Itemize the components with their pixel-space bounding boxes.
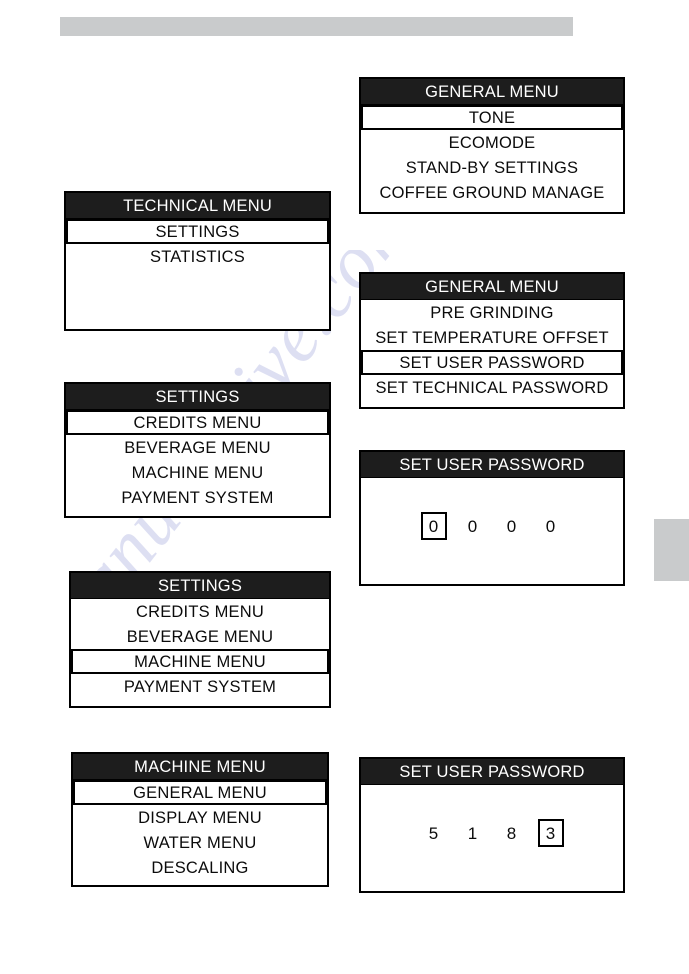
menu-list: SETTINGS STATISTICS — [66, 219, 329, 269]
lcd-panel-set-user-password-empty: SET USER PASSWORD 0 0 0 0 — [359, 450, 625, 586]
menu-item-machine-menu[interactable]: MACHINE MENU — [71, 649, 329, 674]
menu-list: PRE GRINDING SET TEMPERATURE OFFSET SET … — [361, 300, 623, 400]
panel-title: TECHNICAL MENU — [66, 193, 329, 219]
menu-item-coffee-ground-manage[interactable]: COFFEE GROUND MANAGE — [361, 180, 623, 205]
menu-item-payment-system[interactable]: PAYMENT SYSTEM — [66, 485, 329, 510]
manual-page: manualshive.com TECHNICAL MENU SETTINGS … — [0, 0, 689, 974]
menu-item-set-technical-password[interactable]: SET TECHNICAL PASSWORD — [361, 375, 623, 400]
lcd-panel-technical-menu: TECHNICAL MENU SETTINGS STATISTICS — [64, 191, 331, 331]
menu-item-credits-menu[interactable]: CREDITS MENU — [66, 410, 329, 435]
lcd-panel-settings-machine: SETTINGS CREDITS MENU BEVERAGE MENU MACH… — [69, 571, 331, 708]
header-decoration-bar — [60, 17, 573, 36]
menu-item-pre-grinding[interactable]: PRE GRINDING — [361, 300, 623, 325]
panel-title: SET USER PASSWORD — [361, 759, 623, 785]
menu-item-ecomode[interactable]: ECOMODE — [361, 130, 623, 155]
password-digit-2[interactable]: 1 — [460, 819, 486, 847]
password-digit-1[interactable]: 0 — [420, 512, 447, 540]
menu-item-payment-system[interactable]: PAYMENT SYSTEM — [71, 674, 329, 699]
lcd-panel-general-menu-tone: GENERAL MENU TONE ECOMODE STAND-BY SETTI… — [359, 77, 625, 214]
password-digit-4[interactable]: 3 — [537, 819, 564, 847]
menu-item-display-menu[interactable]: DISPLAY MENU — [73, 805, 327, 830]
menu-item-machine-menu[interactable]: MACHINE MENU — [66, 460, 329, 485]
menu-item-tone[interactable]: TONE — [361, 105, 623, 130]
panel-title: GENERAL MENU — [361, 274, 623, 300]
lcd-panel-set-user-password-filled: SET USER PASSWORD 5 1 8 3 — [359, 757, 625, 893]
panel-title: SET USER PASSWORD — [361, 452, 623, 478]
menu-list: TONE ECOMODE STAND-BY SETTINGS COFFEE GR… — [361, 105, 623, 205]
menu-list: CREDITS MENU BEVERAGE MENU MACHINE MENU … — [71, 599, 329, 699]
menu-item-settings[interactable]: SETTINGS — [66, 219, 329, 244]
menu-item-water-menu[interactable]: WATER MENU — [73, 830, 327, 855]
menu-item-credits-menu[interactable]: CREDITS MENU — [71, 599, 329, 624]
menu-item-general-menu[interactable]: GENERAL MENU — [73, 780, 327, 805]
menu-item-descaling[interactable]: DESCALING — [73, 855, 327, 880]
password-digit-2[interactable]: 0 — [460, 512, 486, 540]
password-digit-3[interactable]: 0 — [499, 512, 525, 540]
panel-title: MACHINE MENU — [73, 754, 327, 780]
menu-item-beverage-menu[interactable]: BEVERAGE MENU — [66, 435, 329, 460]
lcd-panel-settings-credits: SETTINGS CREDITS MENU BEVERAGE MENU MACH… — [64, 382, 331, 518]
password-digit-group: 0 0 0 0 — [361, 512, 623, 540]
panel-title: SETTINGS — [66, 384, 329, 410]
panel-title: SETTINGS — [71, 573, 329, 599]
password-digit-3[interactable]: 8 — [499, 819, 525, 847]
panel-title: GENERAL MENU — [361, 79, 623, 105]
menu-item-set-user-password[interactable]: SET USER PASSWORD — [361, 350, 623, 375]
menu-item-beverage-menu[interactable]: BEVERAGE MENU — [71, 624, 329, 649]
menu-item-stand-by-settings[interactable]: STAND-BY SETTINGS — [361, 155, 623, 180]
menu-item-set-temperature-offset[interactable]: SET TEMPERATURE OFFSET — [361, 325, 623, 350]
page-edge-tab — [654, 519, 689, 581]
password-digit-group: 5 1 8 3 — [361, 819, 623, 847]
password-digit-4[interactable]: 0 — [538, 512, 564, 540]
lcd-panel-machine-menu: MACHINE MENU GENERAL MENU DISPLAY MENU W… — [71, 752, 329, 887]
menu-list: CREDITS MENU BEVERAGE MENU MACHINE MENU … — [66, 410, 329, 510]
lcd-panel-general-menu-password: GENERAL MENU PRE GRINDING SET TEMPERATUR… — [359, 272, 625, 409]
menu-item-statistics[interactable]: STATISTICS — [66, 244, 329, 269]
password-digit-1[interactable]: 5 — [421, 819, 447, 847]
menu-list: GENERAL MENU DISPLAY MENU WATER MENU DES… — [73, 780, 327, 880]
